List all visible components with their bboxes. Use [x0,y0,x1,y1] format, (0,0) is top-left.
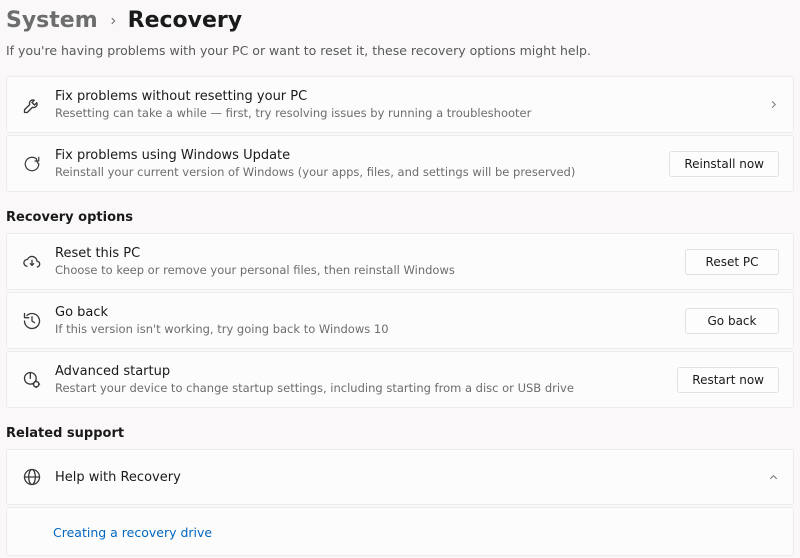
card-go-back: Go back If this version isn't working, t… [6,292,794,349]
chevron-right-icon [108,16,118,26]
card-desc: If this version isn't working, try going… [55,322,685,336]
card-fix-without-reset[interactable]: Fix problems without resetting your PC R… [6,76,794,133]
reset-pc-button[interactable]: Reset PC [685,249,779,275]
card-desc: Reinstall your current version of Window… [55,165,669,179]
card-desc: Restart your device to change startup se… [55,381,677,395]
card-advanced-startup: Advanced startup Restart your device to … [6,351,794,408]
section-related-support: Related support [6,408,794,449]
card-help-recovery-expanded: Creating a recovery drive [6,507,794,556]
breadcrumb-parent[interactable]: System [6,8,98,33]
card-title: Go back [55,305,685,320]
power-gear-icon [21,369,43,391]
chevron-up-icon [768,472,779,483]
chevron-right-icon [768,99,779,110]
card-fix-windows-update: Fix problems using Windows Update Reinst… [6,135,794,192]
card-reset-pc: Reset this PC Choose to keep or remove y… [6,233,794,290]
card-title: Fix problems using Windows Update [55,148,669,163]
breadcrumb: System Recovery [6,6,794,41]
link-creating-recovery-drive[interactable]: Creating a recovery drive [53,525,212,540]
card-title: Help with Recovery [55,470,768,485]
sync-icon [21,153,43,175]
globe-help-icon [21,466,43,488]
cloud-reset-icon [21,251,43,273]
card-title: Advanced startup [55,364,677,379]
card-title: Fix problems without resetting your PC [55,89,768,104]
wrench-icon [21,94,43,116]
page-title: Recovery [128,8,242,33]
history-icon [21,310,43,332]
section-recovery-options: Recovery options [6,192,794,233]
go-back-button[interactable]: Go back [685,308,779,334]
card-desc: Choose to keep or remove your personal f… [55,263,685,277]
card-desc: Resetting can take a while — first, try … [55,106,768,120]
page-subtitle: If you're having problems with your PC o… [6,41,794,76]
reinstall-now-button[interactable]: Reinstall now [669,151,779,177]
card-help-recovery[interactable]: Help with Recovery [6,449,794,505]
restart-now-button[interactable]: Restart now [677,367,779,393]
card-title: Reset this PC [55,246,685,261]
